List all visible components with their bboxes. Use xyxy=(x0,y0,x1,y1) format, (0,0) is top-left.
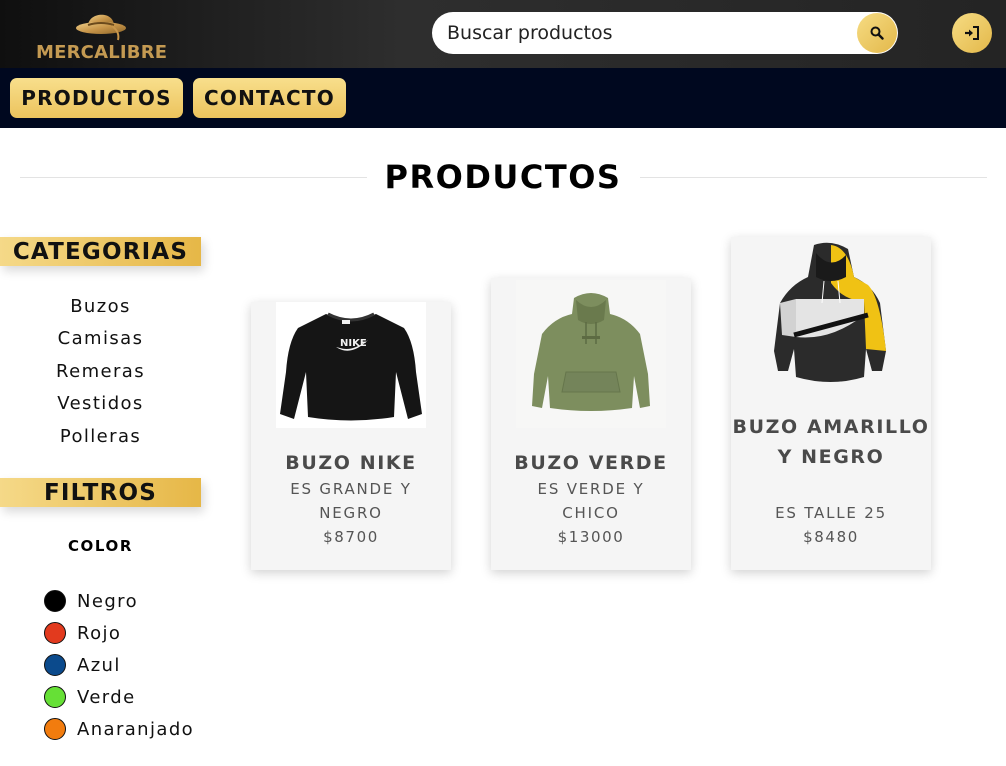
page-title: PRODUCTOS xyxy=(384,158,622,196)
color-swatch[interactable] xyxy=(44,622,66,644)
search-button[interactable] xyxy=(857,13,897,53)
color-option-label: Azul xyxy=(77,654,121,676)
category-item-camisas[interactable]: Camisas xyxy=(0,325,201,357)
login-button[interactable] xyxy=(952,13,992,53)
search-bar xyxy=(432,12,898,54)
product-image: NIKE xyxy=(276,302,426,428)
sign-in-icon xyxy=(965,26,979,40)
top-header: MERCALIBRE xyxy=(0,0,1006,68)
color-filter-label: COLOR xyxy=(67,537,134,555)
color-option-label: Negro xyxy=(77,590,138,612)
color-swatch[interactable] xyxy=(44,718,66,740)
color-option-azul[interactable]: Azul xyxy=(44,649,194,681)
color-option-rojo[interactable]: Rojo xyxy=(44,617,194,649)
brand-logo[interactable]: MERCALIBRE xyxy=(36,2,168,66)
title-divider-right xyxy=(640,177,987,178)
product-card[interactable]: BUZO AMARILLO Y NEGRO ES TALLE 25 $8480 xyxy=(731,237,931,570)
product-name: BUZO VERDE xyxy=(514,452,668,474)
product-image xyxy=(516,280,666,428)
product-description: ES GRANDE Y NEGRO xyxy=(290,480,412,522)
product-image xyxy=(756,241,906,389)
product-description: ES VERDE Y CHICO xyxy=(537,480,645,522)
color-option-label: Anaranjado xyxy=(77,718,195,740)
brand-name: MERCALIBRE xyxy=(36,42,168,63)
color-option-label: Verde xyxy=(77,686,136,708)
category-item-polleras[interactable]: Polleras xyxy=(0,423,201,455)
svg-text:NIKE: NIKE xyxy=(340,338,367,349)
product-name: BUZO AMARILLO Y NEGRO xyxy=(732,416,930,468)
category-item-buzos[interactable]: Buzos xyxy=(0,293,201,325)
sun-hat-logo-icon xyxy=(76,14,126,41)
nav-productos-button[interactable]: PRODUCTOS xyxy=(10,78,183,118)
color-option-verde[interactable]: Verde xyxy=(44,681,194,713)
category-list: Buzos Camisas Remeras Vestidos Polleras xyxy=(0,293,201,455)
product-name: BUZO NIKE xyxy=(285,452,417,474)
search-icon xyxy=(870,26,884,40)
nav-contacto-button[interactable]: CONTACTO xyxy=(193,78,346,118)
category-item-remeras[interactable]: Remeras xyxy=(0,358,201,390)
color-option-anaranjado[interactable]: Anaranjado xyxy=(44,713,194,745)
product-card[interactable]: NIKE BUZO NIKE ES GRANDE Y NEGRO $8700 xyxy=(251,302,451,570)
product-description: ES TALLE 25 xyxy=(775,504,887,522)
title-divider-left xyxy=(20,177,367,178)
categories-heading: CATEGORIAS xyxy=(0,237,201,266)
product-card[interactable]: BUZO VERDE ES VERDE Y CHICO $13000 xyxy=(491,278,691,570)
color-option-negro[interactable]: Negro xyxy=(44,585,194,617)
color-swatch[interactable] xyxy=(44,590,66,612)
search-input[interactable] xyxy=(447,12,857,54)
product-price: $13000 xyxy=(557,528,625,546)
color-filter-list: Negro Rojo Azul Verde Anaranjado xyxy=(44,585,194,745)
color-option-label: Rojo xyxy=(77,622,122,644)
color-swatch[interactable] xyxy=(44,654,66,676)
product-price: $8480 xyxy=(803,528,859,546)
color-swatch[interactable] xyxy=(44,686,66,708)
main-nav: PRODUCTOS CONTACTO xyxy=(0,68,1006,128)
product-price: $8700 xyxy=(323,528,379,546)
filters-heading: FILTROS xyxy=(0,478,201,507)
category-item-vestidos[interactable]: Vestidos xyxy=(0,390,201,422)
